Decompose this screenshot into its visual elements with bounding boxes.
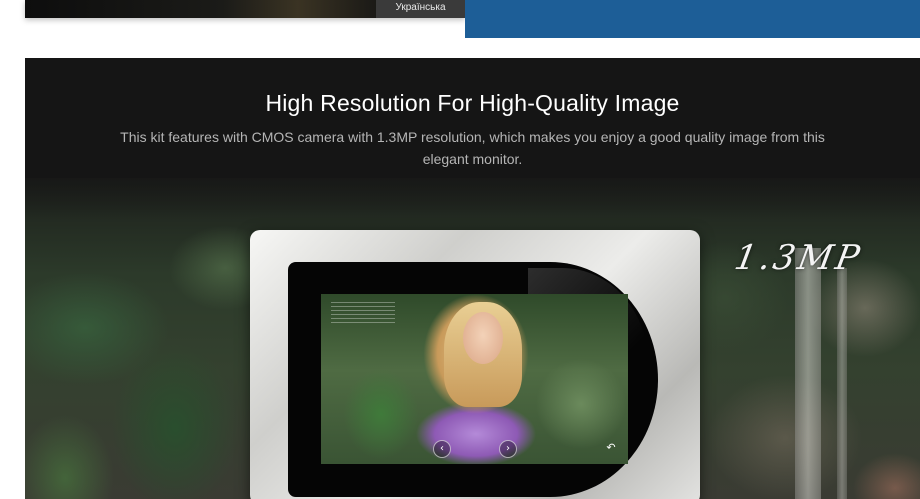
screen-image-face [463,312,503,364]
background-pole [795,248,821,499]
back-arrow-icon[interactable]: ↶ [603,440,619,456]
feature-hero: High Resolution For High-Quality Image T… [25,58,920,499]
hero-description: This kit features with CMOS camera with … [120,129,825,167]
top-blue-panel [465,0,920,38]
monitor-device: ‹ › ↶ [250,230,700,499]
chevron-right-icon[interactable]: › [499,440,517,458]
language-tag[interactable]: Українська [376,0,465,18]
background-pole [837,268,847,499]
resolution-badge: 1.3MP [731,238,866,278]
monitor-screen: ‹ › ↶ [321,294,628,464]
screen-osd-text [331,302,395,324]
chevron-left-icon[interactable]: ‹ [433,440,451,458]
hero-title: High Resolution For High-Quality Image [265,90,680,116]
